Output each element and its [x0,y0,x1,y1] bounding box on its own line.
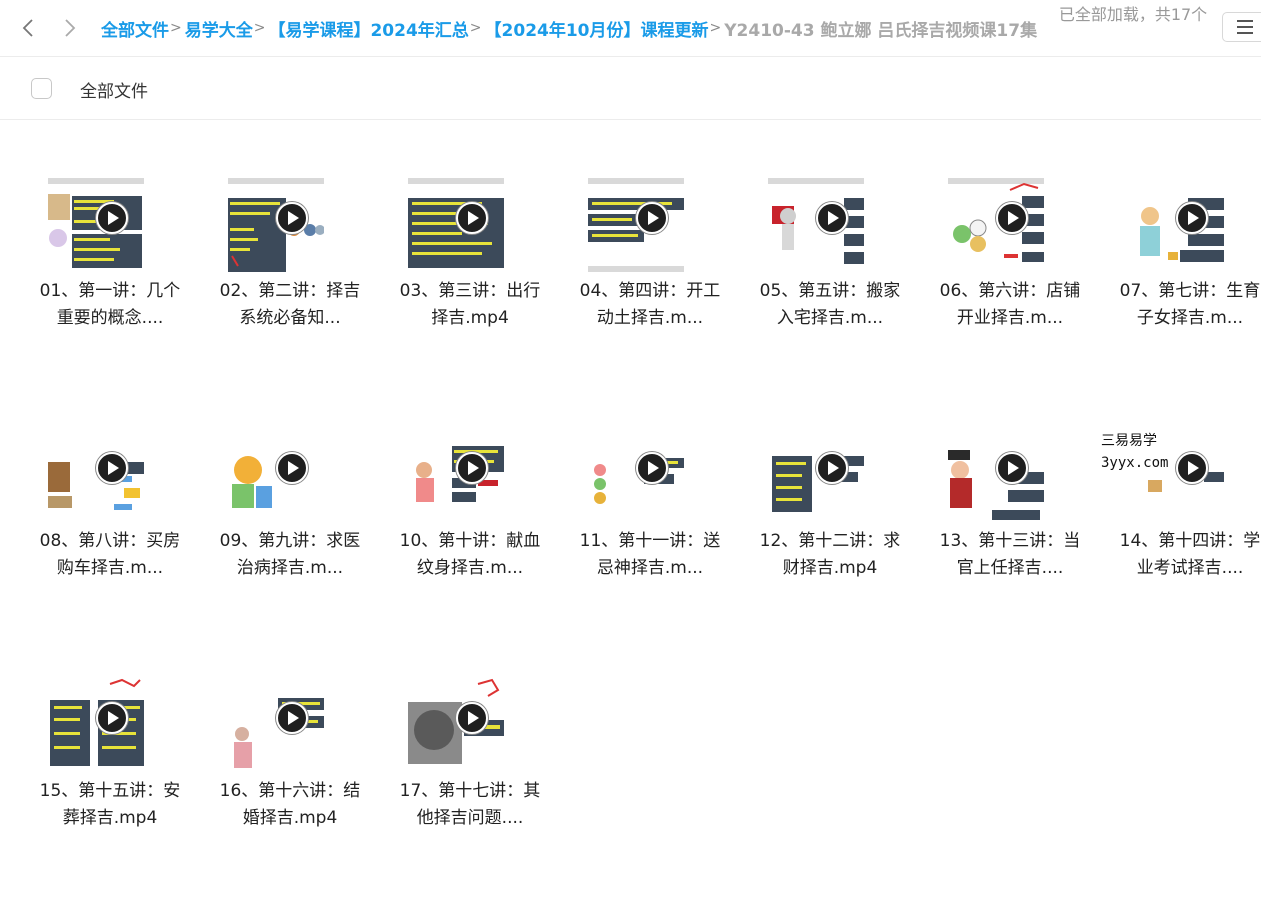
file-item[interactable]: 01、第一讲：几个重要的概念.... [30,120,190,328]
file-item[interactable]: 02、第二讲：择吉系统必备知... [210,120,370,328]
file-name: 11、第十一讲：送忌神择吉.m... [579,531,721,578]
file-name: 06、第六讲：店铺开业择吉.m... [939,281,1081,328]
file-item[interactable]: 09、第九讲：求医治病择吉.m... [210,370,370,578]
video-thumbnail [408,426,504,522]
file-item[interactable]: 12、第十二讲：求财择吉.mp4 [750,370,910,578]
chevron-left-icon [22,19,33,37]
breadcrumb-separator: > [253,20,266,36]
breadcrumb-item-current: Y2410-43 鲍立娜 吕氏择吉视频课17集 [724,20,1038,41]
video-thumbnail [408,176,504,272]
file-name: 14、第十四讲：学业考试择吉.... [1119,531,1261,578]
file-name: 01、第一讲：几个重要的概念.... [39,281,181,328]
video-thumbnail [48,676,144,772]
file-item[interactable]: 15、第十五讲：安葬择吉.mp4 [30,620,190,828]
video-thumbnail [48,176,144,272]
play-icon [996,202,1028,234]
file-item[interactable]: 05、第五讲：搬家入宅择吉.m... [750,120,910,328]
play-icon [456,202,488,234]
forward-button[interactable] [58,14,82,42]
video-thumbnail [228,426,324,522]
file-item[interactable]: 17、第十七讲：其他择吉问题.... [390,620,550,828]
hamburger-menu-icon [1237,32,1253,34]
video-thumbnail [408,676,504,772]
watermark-text: 三易易学 3yyx.com [1101,430,1168,474]
file-name: 13、第十三讲：当官上任择吉.... [939,531,1081,578]
select-all-checkbox[interactable] [31,78,52,99]
play-icon [96,452,128,484]
watermark-line: 3yyx.com [1101,455,1169,471]
breadcrumb-item-yixue[interactable]: 易学大全 [185,16,253,41]
select-all-label: 全部文件 [80,82,148,102]
breadcrumb-separator: > [709,20,722,36]
video-thumbnail [588,176,684,272]
breadcrumb-item-october-update[interactable]: 【2024年10月份】课程更新 [485,16,709,41]
video-thumbnail [588,426,684,522]
top-bar: 全部文件 > 易学大全 > 【易学课程】2024年汇总 > 【2024年10月份… [0,0,1261,57]
video-thumbnail [1128,176,1224,272]
video-thumbnail [948,426,1044,522]
select-all-row: 全部文件 [0,58,1261,120]
video-thumbnail [768,426,864,522]
hamburger-menu-icon [1237,26,1253,28]
play-icon [1176,202,1208,234]
play-icon [816,452,848,484]
play-icon [996,452,1028,484]
play-icon [276,452,308,484]
file-name: 04、第四讲：开工动土择吉.m... [579,281,721,328]
file-item[interactable]: 13、第十三讲：当官上任择吉.... [930,370,1090,578]
file-name: 16、第十六讲：结婚择吉.mp4 [219,781,361,828]
breadcrumb: 全部文件 > 易学大全 > 【易学课程】2024年汇总 > 【2024年10月份… [101,16,1038,41]
file-name: 07、第七讲：生育子女择吉.m... [1119,281,1261,328]
play-icon [276,702,308,734]
file-item[interactable]: 07、第七讲：生育子女择吉.m... [1110,120,1261,328]
watermark-line: 三易易学 [1101,433,1157,449]
file-item[interactable]: 16、第十六讲：结婚择吉.mp4 [210,620,370,828]
load-status-text: 已全部加载，共17个 [1058,5,1208,24]
file-name: 17、第十七讲：其他择吉问题.... [399,781,541,828]
file-item[interactable]: 04、第四讲：开工动土择吉.m... [570,120,730,328]
file-name: 15、第十五讲：安葬择吉.mp4 [39,781,181,828]
play-icon [276,202,308,234]
file-name: 08、第八讲：买房购车择吉.m... [39,531,181,578]
hamburger-menu-icon [1237,20,1253,22]
video-thumbnail [768,176,864,272]
video-thumbnail [228,676,324,772]
play-icon [96,702,128,734]
play-icon [816,202,848,234]
back-button[interactable] [16,14,40,42]
file-item[interactable]: 08、第八讲：买房购车择吉.m... [30,370,190,578]
chevron-right-icon [65,19,76,37]
view-menu-button[interactable] [1222,12,1261,42]
video-thumbnail [48,426,144,522]
play-icon [1176,452,1208,484]
file-name: 12、第十二讲：求财择吉.mp4 [759,531,901,578]
breadcrumb-separator: > [469,20,482,36]
play-icon [456,452,488,484]
file-item[interactable]: 11、第十一讲：送忌神择吉.m... [570,370,730,578]
breadcrumb-item-all-files[interactable]: 全部文件 [101,16,169,41]
play-icon [96,202,128,234]
breadcrumb-separator: > [170,20,182,36]
file-name: 10、第十讲：献血纹身择吉.m... [399,531,541,578]
file-name: 03、第三讲：出行择吉.mp4 [399,281,541,328]
file-item[interactable]: 10、第十讲：献血纹身择吉.m... [390,370,550,578]
video-thumbnail [228,176,324,272]
video-thumbnail [948,176,1044,272]
file-name: 09、第九讲：求医治病择吉.m... [219,531,361,578]
play-icon [636,202,668,234]
file-item[interactable]: 03、第三讲：出行择吉.mp4 [390,120,550,328]
file-name: 05、第五讲：搬家入宅择吉.m... [759,281,901,328]
play-icon [456,702,488,734]
file-name: 02、第二讲：择吉系统必备知... [219,281,361,328]
play-icon [636,452,668,484]
file-item[interactable]: 06、第六讲：店铺开业择吉.m... [930,120,1090,328]
breadcrumb-item-2024-summary[interactable]: 【易学课程】2024年汇总 [268,16,468,41]
file-grid: 01、第一讲：几个重要的概念.... 02、第二讲：择吉系统必备知... 03、… [0,120,1261,901]
